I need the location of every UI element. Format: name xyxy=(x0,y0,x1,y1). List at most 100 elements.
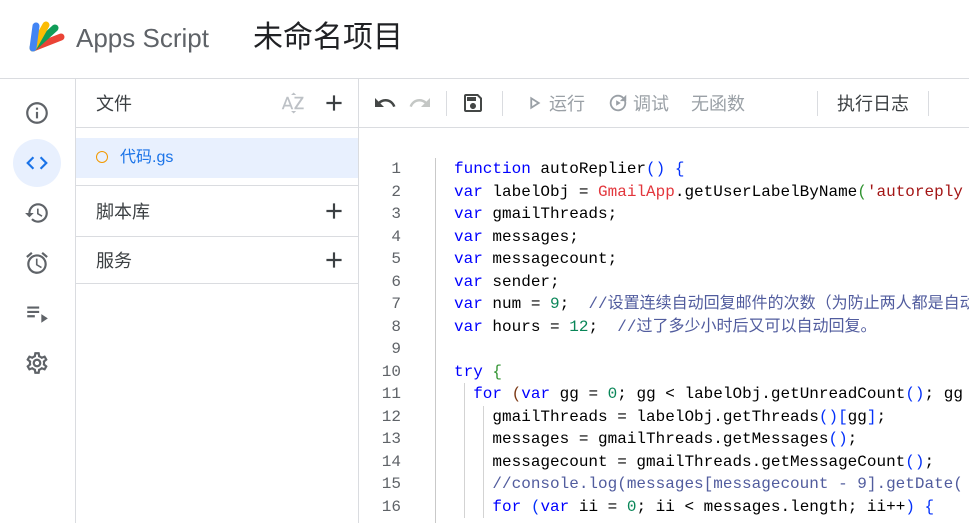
files-title: 文件 xyxy=(96,94,132,114)
toolbar-divider xyxy=(446,91,447,116)
code-token: ; xyxy=(924,452,935,471)
code-token: ; xyxy=(876,407,887,426)
redo-button[interactable] xyxy=(404,87,436,119)
libraries-title: 脚本库 xyxy=(96,202,150,222)
code-line[interactable]: 16 for (var ii = 0; ii < messages.length… xyxy=(359,495,969,519)
code-text: gmailThreads = labelObj.getThreads()[gg]… xyxy=(454,406,886,429)
rail-item-executions[interactable] xyxy=(13,289,61,337)
add-service-button[interactable] xyxy=(320,246,348,274)
code-text: var labelObj = GmailApp.getUserLabelByNa… xyxy=(454,181,963,204)
toolbar-divider xyxy=(928,91,929,116)
code-token: { xyxy=(492,362,503,381)
apps-script-logo[interactable] xyxy=(23,17,67,57)
code-line[interactable]: 4 var messages; xyxy=(359,226,969,249)
code-line[interactable]: 3 var gmailThreads; xyxy=(359,203,969,226)
save-icon xyxy=(464,94,482,112)
add-file-button[interactable] xyxy=(320,89,348,117)
code-text: messagecount = gmailThreads.getMessageCo… xyxy=(454,451,934,474)
code-token: //过了多少小时后又可以自动回复。 xyxy=(617,317,877,336)
code-token: num = xyxy=(482,295,551,313)
code-token: () xyxy=(905,452,925,471)
code-token: gg xyxy=(847,407,867,426)
code-line[interactable]: 9 xyxy=(359,338,969,361)
code-line[interactable]: 7 var num = 9; //设置连续自动回复邮件的次数（为防止两人都是自动 xyxy=(359,293,969,316)
code-token: var xyxy=(454,250,483,268)
debug-button[interactable]: 调试 xyxy=(607,79,669,127)
save-button[interactable] xyxy=(457,87,489,119)
code-token: ( xyxy=(530,497,541,516)
execution-log-button[interactable]: 执行日志 xyxy=(837,79,909,127)
code-token: () xyxy=(646,160,666,178)
history-icon xyxy=(25,203,48,223)
rail-item-overview[interactable] xyxy=(13,89,61,137)
code-token: try xyxy=(454,362,483,381)
code-token: var xyxy=(454,317,483,336)
code-line[interactable]: 8 var hours = 12; //过了多少小时后又可以自动回复。 xyxy=(359,316,969,339)
rail-item-history[interactable] xyxy=(13,189,61,237)
services-title: 服务 xyxy=(96,251,132,271)
code-line[interactable]: 6 var sender; xyxy=(359,271,969,294)
plus-icon xyxy=(326,252,342,268)
code-text: messages = gmailThreads.getMessages(); xyxy=(454,428,857,451)
code-line[interactable]: 1 function autoReplier() { xyxy=(359,158,969,181)
file-item[interactable]: 代码.gs xyxy=(76,138,358,178)
code-line[interactable]: 13 messages = gmailThreads.getMessages()… xyxy=(359,428,969,451)
code-text: var messagecount; xyxy=(454,248,617,271)
toolbar-divider xyxy=(502,91,503,116)
code-token: ; xyxy=(588,317,618,336)
project-title[interactable]: 未命名项目 xyxy=(253,18,403,58)
code-token: ; gg xyxy=(924,385,963,403)
code-line[interactable]: 5 var messagecount; xyxy=(359,248,969,271)
code-token: ; gg < labelObj.getUnreadCount xyxy=(617,385,906,403)
executions-icon xyxy=(27,306,48,323)
code-line[interactable]: 14 messagecount = gmailThreads.getMessag… xyxy=(359,450,969,474)
code-text: //console.log(messages[messagecount - 9]… xyxy=(454,473,962,496)
code-token: function xyxy=(454,160,531,178)
code-text: for (var ii = 0; ii < messages.length; i… xyxy=(454,496,934,519)
code-text: var gmailThreads; xyxy=(454,203,617,226)
function-select[interactable]: 无函数 xyxy=(691,79,745,127)
code-token: { xyxy=(674,160,685,178)
rail-item-settings[interactable] xyxy=(13,339,61,387)
code-token: GmailApp xyxy=(598,182,675,201)
services-section[interactable]: 服务 xyxy=(76,237,358,284)
line-number: 16 xyxy=(381,497,401,516)
code-token: ; xyxy=(559,295,589,313)
execution-log-label: 执行日志 xyxy=(837,94,909,114)
code-token: labelObj = xyxy=(482,182,599,201)
code-editor[interactable]: 1 function autoReplier() {2 var labelObj =… xyxy=(359,128,969,523)
code-token: autoReplier xyxy=(530,160,647,178)
code-token: () xyxy=(818,407,839,426)
line-number: 14 xyxy=(381,452,401,471)
add-library-button[interactable] xyxy=(320,197,348,225)
libraries-section[interactable]: 脚本库 xyxy=(76,186,358,237)
code-token: var xyxy=(454,182,483,201)
line-number: 8 xyxy=(391,317,401,336)
undo-button[interactable] xyxy=(369,87,401,119)
rail-item-editor[interactable] xyxy=(13,139,61,187)
plus-icon xyxy=(326,203,342,219)
line-number: 4 xyxy=(391,227,401,246)
code-text: var sender; xyxy=(454,271,560,294)
code-token: () xyxy=(905,385,925,403)
sort-az-icon xyxy=(281,92,304,114)
code-line[interactable]: 12 gmailThreads = labelObj.getThreads()[… xyxy=(359,405,969,429)
code-line[interactable]: 2 var labelObj = GmailApp.getUserLabelByN… xyxy=(359,181,969,204)
code-line[interactable]: 11 for (var gg = 0; gg < labelObj.getUnr… xyxy=(359,383,969,406)
code-line[interactable]: 15 //console.log(messages[messagecount -… xyxy=(359,473,969,496)
file-list: 代码.gs xyxy=(76,128,358,186)
settings-icon xyxy=(26,352,48,374)
code-line[interactable]: 10 try { xyxy=(359,361,969,384)
code-token: 'autoreply xyxy=(866,182,963,201)
redo-icon xyxy=(409,98,430,107)
run-button[interactable]: 运行 xyxy=(523,79,585,127)
editor-toolbar: 运行 调试 无函数 执行日志 xyxy=(359,79,969,128)
app-name[interactable]: Apps Script xyxy=(76,20,209,56)
code-token: var xyxy=(540,497,570,516)
sort-files-button[interactable] xyxy=(279,89,307,117)
code-token: for xyxy=(473,385,503,403)
rail-item-triggers[interactable] xyxy=(13,239,61,287)
